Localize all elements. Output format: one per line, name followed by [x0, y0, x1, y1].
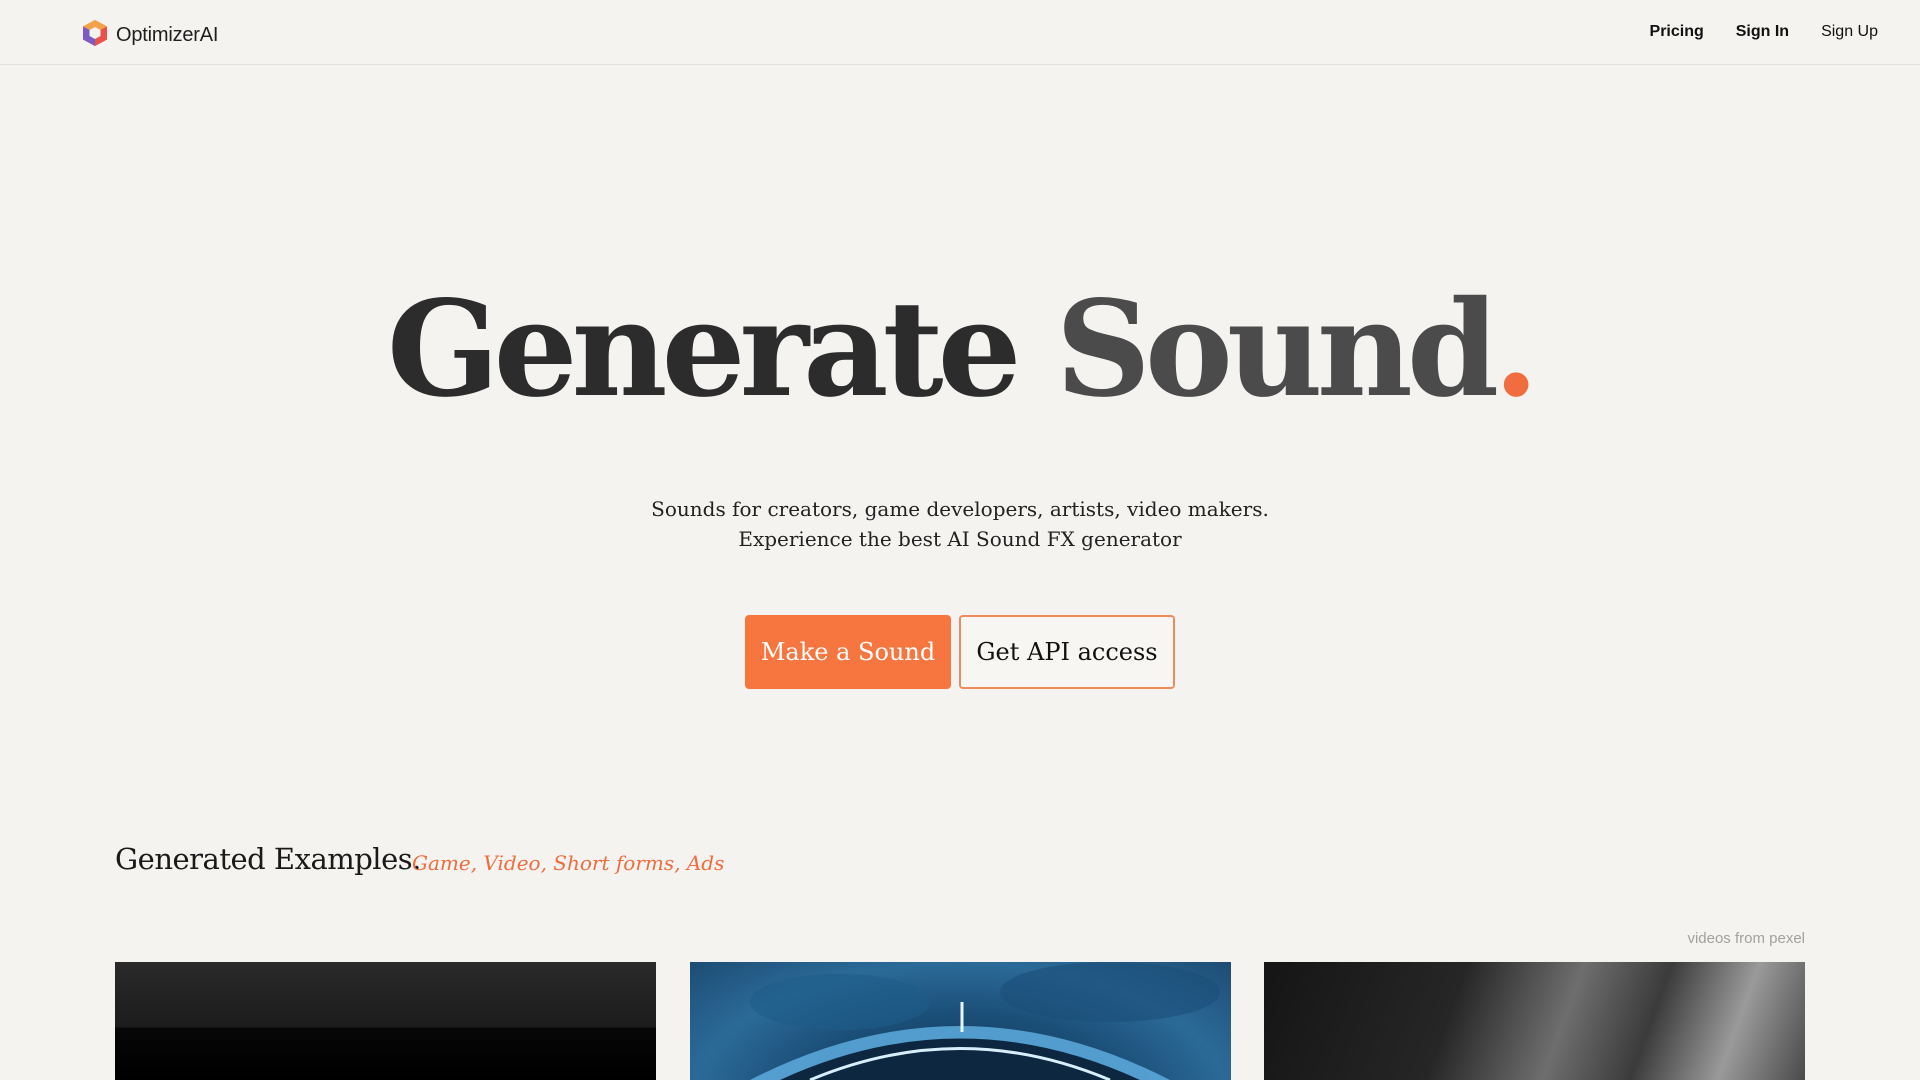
- get-api-access-button[interactable]: Get API access: [959, 615, 1175, 689]
- brand-name: OptimizerAI: [116, 24, 219, 46]
- hero-subtitle-line-2: Experience the best AI Sound FX generato…: [738, 527, 1182, 551]
- umbrella-storm-artwork: [750, 962, 1220, 1080]
- top-navigation-bar: OptimizerAI Pricing Sign In Sign Up: [0, 0, 1920, 65]
- examples-section-title: Generated Examples.: [115, 842, 421, 876]
- nav-sign-in-link[interactable]: Sign In: [1736, 22, 1789, 42]
- brand-logo[interactable]: OptimizerAI: [82, 19, 218, 52]
- video-credit: videos from pexel: [1687, 930, 1805, 947]
- example-video-1[interactable]: [115, 962, 656, 1080]
- nav-pricing-link[interactable]: Pricing: [1650, 22, 1704, 42]
- example-video-3[interactable]: [1264, 962, 1805, 1080]
- examples-tags: Game, Video, Short forms, Ads: [412, 851, 725, 875]
- hero-subtitle: Sounds for creators, game developers, ar…: [0, 494, 1920, 554]
- hero-title-accent-dot: .: [1493, 272, 1539, 427]
- example-video-2[interactable]: [690, 962, 1231, 1080]
- hero-title-word-generate: Generate: [386, 272, 1022, 427]
- make-a-sound-button[interactable]: Make a Sound: [745, 615, 951, 689]
- hero-buttons: Make a Sound Get API access: [0, 615, 1920, 689]
- nav-sign-up-link[interactable]: Sign Up: [1821, 22, 1878, 42]
- hero-subtitle-line-1: Sounds for creators, game developers, ar…: [651, 497, 1269, 521]
- nav-links: Pricing Sign In Sign Up: [1618, 22, 1878, 42]
- hero-title: Generate Sound.: [0, 262, 1920, 437]
- hexagon-cube-logo-icon: [82, 19, 108, 52]
- hero-title-word-sound: Sound: [1055, 272, 1500, 427]
